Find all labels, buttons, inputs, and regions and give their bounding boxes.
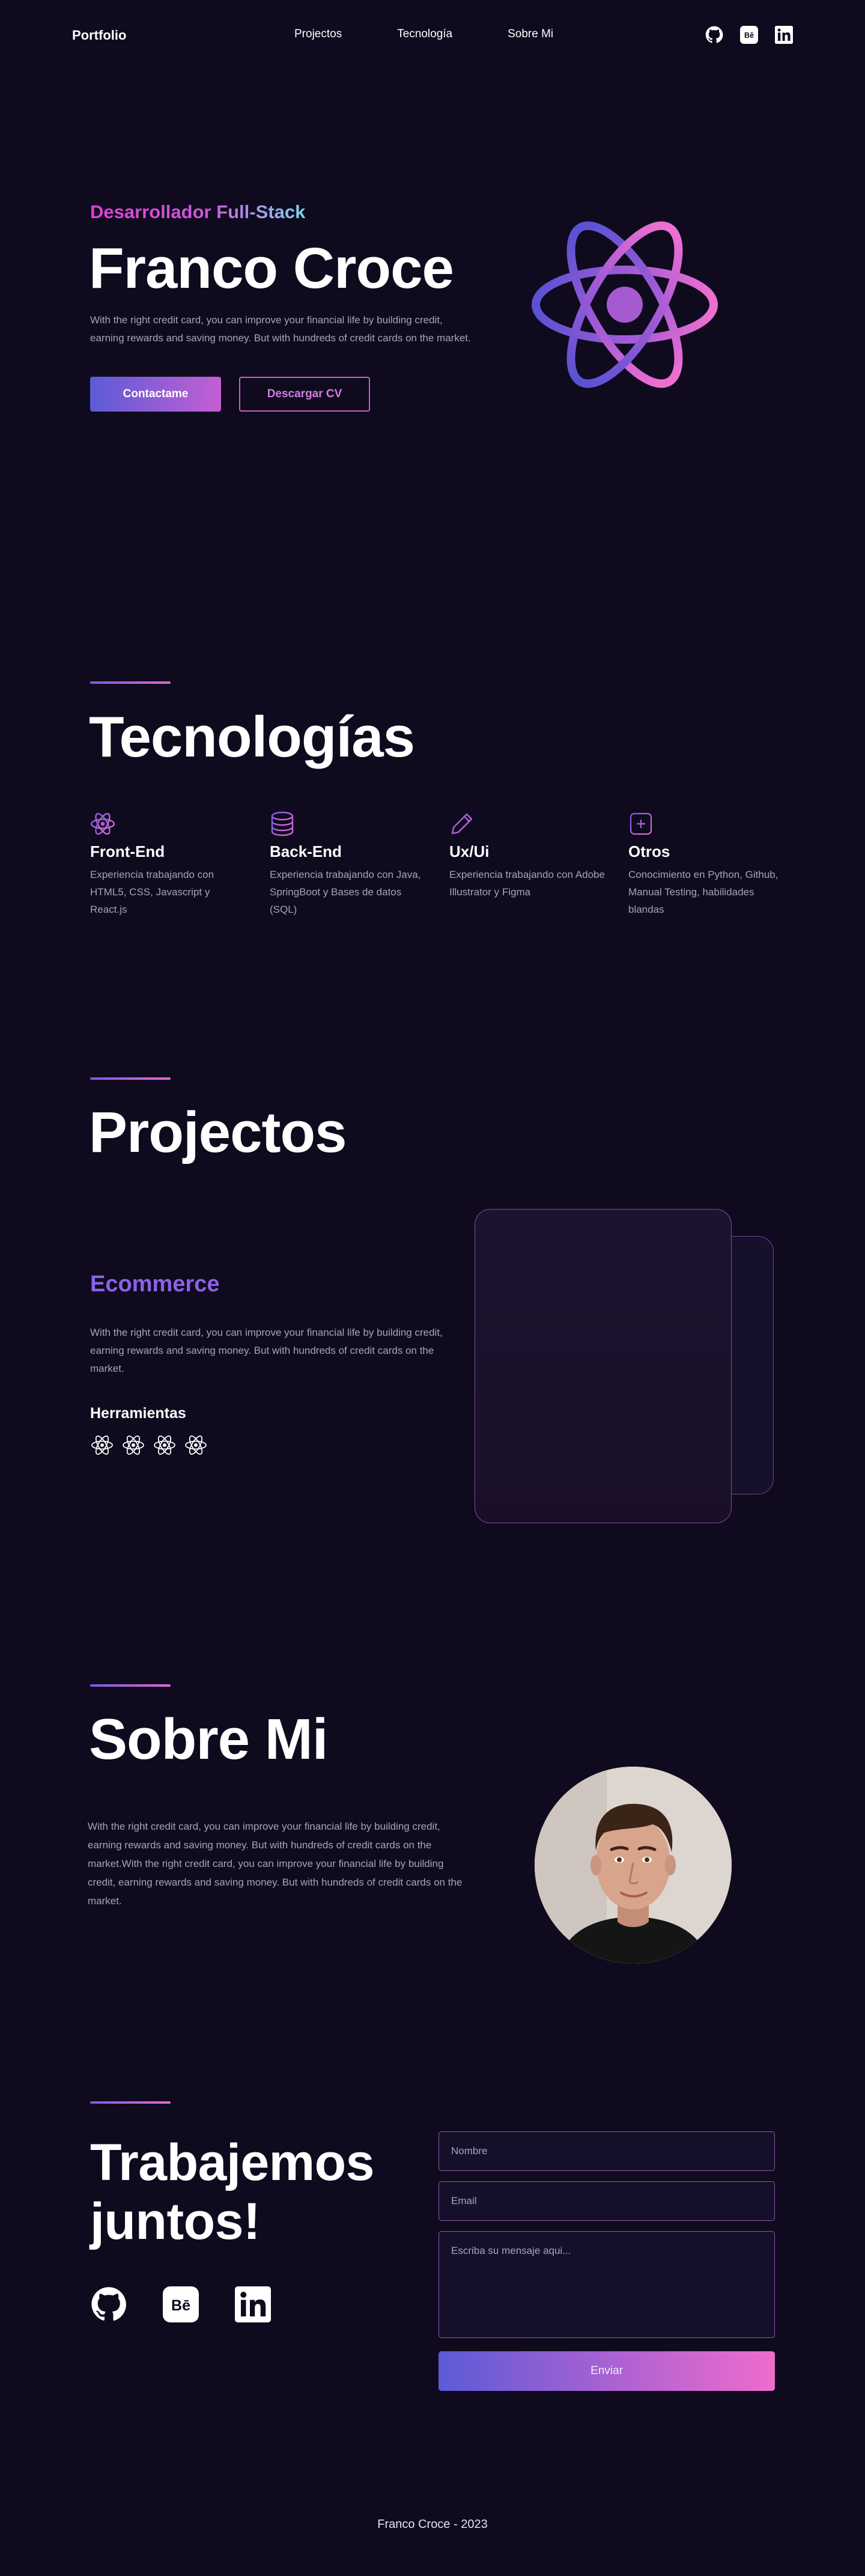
nav-link-sobre-mi[interactable]: Sobre Mi	[508, 28, 553, 41]
contact-title: Trabajemos juntos!	[90, 2133, 375, 2251]
react-atom-icon	[529, 201, 721, 409]
svg-text:Bē: Bē	[171, 2297, 190, 2314]
tech-card-title: Front-End	[90, 842, 165, 860]
footer-text: Franco Croce - 2023	[377, 2518, 488, 2531]
tech-card-uxui: Ux/Ui Experiencia trabajando con Adobe I…	[449, 811, 606, 901]
contact-title-line1: Trabajemos	[90, 2134, 375, 2191]
nav-logo[interactable]: Portfolio	[72, 28, 126, 43]
download-cv-button[interactable]: Descargar CV	[239, 377, 370, 412]
linkedin-icon[interactable]	[234, 2286, 272, 2323]
contact-section-divider	[90, 2101, 171, 2104]
svg-text:Bē: Bē	[744, 31, 754, 40]
contact-social-icons: Bē	[90, 2286, 272, 2323]
email-field[interactable]	[439, 2181, 775, 2221]
project-tools	[90, 1433, 208, 1457]
tech-card-title: Back-End	[270, 842, 342, 860]
projects-section-divider	[90, 1077, 171, 1080]
github-icon[interactable]	[704, 25, 724, 45]
message-field[interactable]	[439, 2231, 775, 2338]
project-description: With the right credit card, you can impr…	[90, 1327, 443, 1374]
plus-square-icon	[628, 811, 654, 836]
about-description: With the right credit card, you can impr…	[88, 1821, 463, 1907]
tech-card-title: Otros	[628, 842, 670, 860]
tech-card-backend: Back-End Experiencia trabajando con Java…	[270, 811, 426, 918]
projects-section-title: Projectos	[89, 1100, 347, 1165]
atom-icon	[90, 811, 115, 836]
hero-subtitle: Desarrollador Full-Stack	[90, 201, 306, 222]
about-section-title: Sobre Mi	[89, 1707, 328, 1771]
avatar	[535, 1767, 732, 1964]
project-title[interactable]: Ecommerce	[90, 1271, 219, 1297]
nav-link-projectos[interactable]: Projectos	[294, 28, 342, 41]
tech-card-frontend: Front-End Experiencia trabajando con HTM…	[90, 811, 246, 918]
behance-icon[interactable]: Bē	[739, 25, 759, 45]
github-icon[interactable]	[90, 2286, 127, 2323]
react-icon	[184, 1433, 208, 1457]
contact-button[interactable]: Contactame	[90, 377, 221, 412]
behance-icon[interactable]: Bē	[162, 2286, 199, 2323]
project-card[interactable]	[475, 1209, 732, 1523]
tech-card-desc: Experiencia trabajando con HTML5, CSS, J…	[90, 869, 214, 915]
about-section-divider	[90, 1684, 171, 1687]
nav-social-icons: Bē	[704, 25, 794, 45]
react-icon	[90, 1433, 114, 1457]
pencil-icon	[449, 811, 475, 836]
tech-card-desc: Conocimiento en Python, Github, Manual T…	[628, 869, 778, 915]
nav-link-tecnologia[interactable]: Tecnología	[397, 28, 452, 41]
tech-card-title: Ux/Ui	[449, 842, 490, 860]
name-field[interactable]	[439, 2131, 775, 2171]
tech-section-title: Tecnologías	[89, 705, 415, 769]
tech-section-divider	[90, 681, 171, 684]
tech-card-desc: Experiencia trabajando con Adobe Illustr…	[449, 869, 605, 898]
nav-links: Projectos Tecnología Sobre Mi	[294, 28, 553, 41]
react-icon	[153, 1433, 177, 1457]
contact-title-line2: juntos!	[90, 2193, 261, 2250]
database-icon	[270, 811, 295, 836]
react-icon	[121, 1433, 145, 1457]
tech-card-otros: Otros Conocimiento en Python, Github, Ma…	[628, 811, 785, 918]
linkedin-icon[interactable]	[774, 25, 794, 45]
project-tools-label: Herramientas	[90, 1405, 186, 1422]
tech-card-desc: Experiencia trabajando con Java, SpringB…	[270, 869, 421, 915]
hero-description: With the right credit card, you can impr…	[90, 314, 471, 344]
send-button[interactable]: Enviar	[439, 2351, 775, 2391]
hero-title: Franco Croce	[89, 236, 454, 300]
